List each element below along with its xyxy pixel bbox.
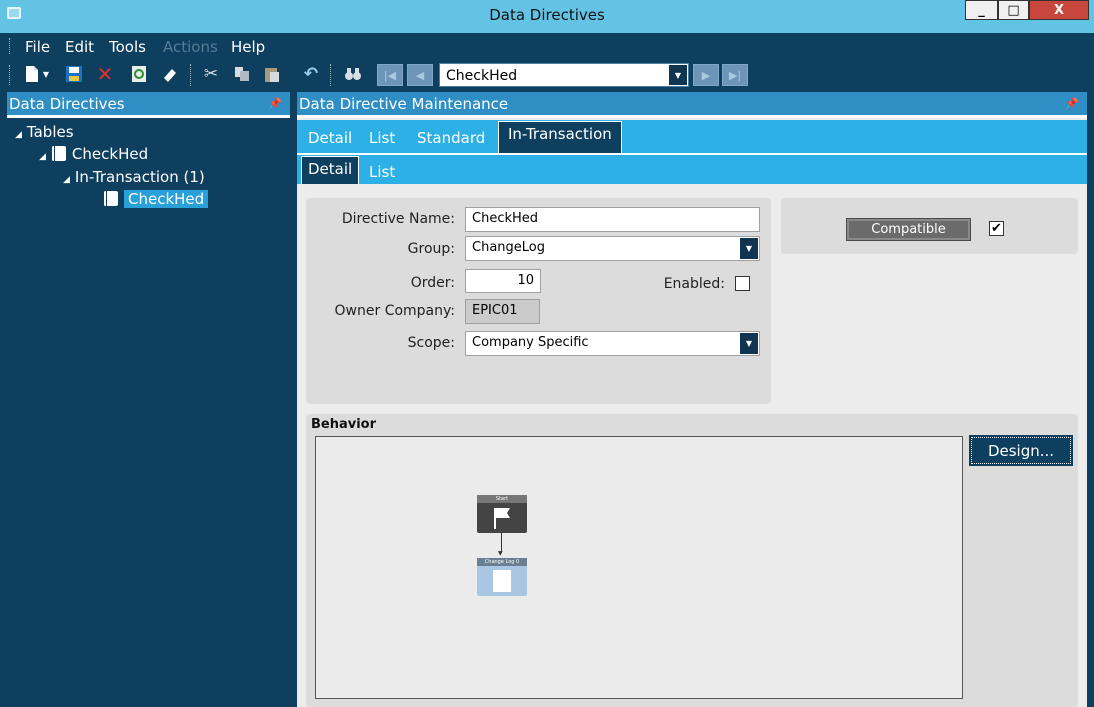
behavior-panel: Behavior Start ▼ Change Log 0 Design...	[306, 414, 1078, 707]
workflow-canvas[interactable]: Start ▼ Change Log 0	[315, 436, 963, 699]
pane-title: Data Directive Maintenance	[299, 95, 509, 113]
record-navigator-value: CheckHed	[446, 68, 518, 84]
menu-tools[interactable]: Tools	[109, 38, 146, 56]
new-icon[interactable]	[23, 65, 41, 83]
tab-in-transaction[interactable]: In-Transaction	[498, 121, 622, 153]
save-icon[interactable]	[65, 65, 83, 83]
undo-icon[interactable]: ↶	[302, 64, 320, 84]
pane-title: Data Directives	[9, 95, 125, 113]
collapse-icon[interactable]: ◢	[63, 175, 70, 185]
pane-header: Data Directives 📌	[7, 92, 290, 118]
directive-form: Directive Name: CheckHed Group: ChangeLo…	[306, 198, 771, 404]
table-icon	[50, 146, 66, 161]
cut-icon[interactable]: ✂	[202, 64, 220, 84]
record-navigator-combo[interactable]: CheckHed ▼	[439, 63, 689, 87]
title-bar: Data Directives _ □ X	[0, 0, 1094, 33]
menu-actions[interactable]: Actions	[163, 38, 218, 56]
collapse-icon[interactable]: ◢	[15, 130, 22, 140]
tree-node-tables[interactable]: ◢ Tables	[15, 123, 74, 141]
close-button[interactable]: X	[1029, 0, 1089, 20]
first-record-button[interactable]: |◀	[377, 64, 403, 86]
chevron-down-icon[interactable]: ▼	[740, 333, 758, 354]
toolbar-grip[interactable]	[9, 65, 11, 85]
refresh-icon[interactable]	[130, 65, 148, 83]
workflow-node-change-log[interactable]: Change Log 0	[477, 558, 527, 596]
window-title: Data Directives	[489, 6, 605, 24]
next-record-icon: ▶	[701, 68, 711, 82]
menu-grip[interactable]	[9, 38, 11, 54]
previous-record-icon: ◀	[415, 68, 425, 82]
copy-icon[interactable]	[233, 65, 251, 83]
node-title: Change Log 0	[477, 558, 527, 566]
design-button[interactable]: Design...	[969, 435, 1073, 466]
next-record-button[interactable]: ▶	[693, 64, 719, 86]
sub-tabs: Detail List	[297, 153, 1087, 184]
connector-arrow-icon: ▼	[498, 550, 503, 557]
tab-standard[interactable]: Standard	[417, 129, 485, 147]
first-record-icon: |◀	[383, 68, 397, 82]
flag-icon	[494, 508, 510, 529]
menu-help[interactable]: Help	[231, 38, 265, 56]
group-value: ChangeLog	[472, 240, 545, 255]
last-record-button[interactable]: ▶|	[722, 64, 748, 86]
last-record-icon: ▶|	[728, 68, 742, 82]
delete-icon[interactable]: ✕	[96, 62, 114, 86]
tab-detail[interactable]: Detail	[308, 129, 352, 147]
selected-directive-label: CheckHed	[124, 190, 209, 208]
enabled-checkbox[interactable]	[735, 276, 750, 291]
subtab-list[interactable]: List	[369, 163, 395, 181]
compatible-checkbox[interactable]: ✔	[989, 221, 1004, 236]
tab-list[interactable]: List	[369, 129, 395, 147]
behavior-title: Behavior	[311, 417, 377, 432]
pin-icon[interactable]: 📌	[1065, 97, 1079, 110]
collapse-icon[interactable]: ◢	[39, 152, 46, 162]
group-select[interactable]: ChangeLog ▼	[465, 236, 760, 261]
chevron-down-icon[interactable]: ▼	[740, 238, 758, 259]
enabled-label: Enabled:	[663, 276, 725, 292]
owner-company-label: Owner Company:	[334, 303, 455, 319]
subtab-detail[interactable]: Detail	[301, 156, 360, 184]
compatible-button[interactable]: Compatible	[846, 218, 971, 241]
binoculars-icon[interactable]	[344, 65, 362, 83]
minimize-button[interactable]: _	[965, 0, 998, 20]
owner-company-field: EPIC01	[465, 299, 540, 324]
scope-label: Scope:	[407, 335, 455, 351]
data-directives-pane: Data Directives 📌 ◢ Tables ◢ CheckHed ◢ In-…	[7, 92, 290, 707]
toolbar: ▼ ✕ ✂ ↶ |◀ ◀ CheckHed ▼ ▶ ▶|	[7, 60, 1087, 90]
pin-icon[interactable]: 📌	[268, 97, 282, 110]
toolbar-separator	[190, 64, 192, 86]
tree-node-directive[interactable]: CheckHed	[103, 190, 209, 208]
eraser-icon[interactable]	[161, 65, 179, 83]
previous-record-button[interactable]: ◀	[407, 64, 433, 86]
directive-name-field[interactable]: CheckHed	[465, 207, 760, 232]
scope-value: Company Specific	[472, 335, 589, 350]
order-field[interactable]: 10	[465, 269, 541, 293]
directive-name-label: Directive Name:	[341, 211, 455, 227]
main-tabs: Detail List Standard In-Transaction	[297, 120, 1087, 153]
log-icon	[493, 570, 511, 592]
pane-header: Data Directive Maintenance 📌	[297, 92, 1087, 118]
directive-icon	[103, 191, 118, 206]
toolbar-separator	[330, 64, 332, 86]
paste-icon[interactable]	[263, 65, 281, 83]
group-label: Group:	[407, 241, 455, 257]
tree-node-table[interactable]: ◢ CheckHed	[39, 145, 148, 163]
scope-select[interactable]: Company Specific ▼	[465, 331, 760, 356]
menu-bar: File Edit Tools Actions Help	[7, 34, 1087, 58]
chevron-down-icon[interactable]: ▼	[669, 65, 687, 85]
menu-file[interactable]: File	[25, 38, 50, 56]
maintenance-pane: Data Directive Maintenance 📌 Detail List…	[297, 92, 1087, 707]
menu-edit[interactable]: Edit	[65, 38, 94, 56]
node-title: Start	[477, 495, 527, 503]
tree-node-in-transaction[interactable]: ◢ In-Transaction (1)	[63, 168, 205, 186]
compatibility-panel: Compatible ✔	[781, 198, 1078, 254]
order-label: Order:	[410, 275, 455, 291]
new-dropdown-icon[interactable]: ▼	[42, 65, 50, 83]
workflow-node-start[interactable]: Start	[477, 495, 527, 533]
maximize-button[interactable]: □	[998, 0, 1029, 20]
